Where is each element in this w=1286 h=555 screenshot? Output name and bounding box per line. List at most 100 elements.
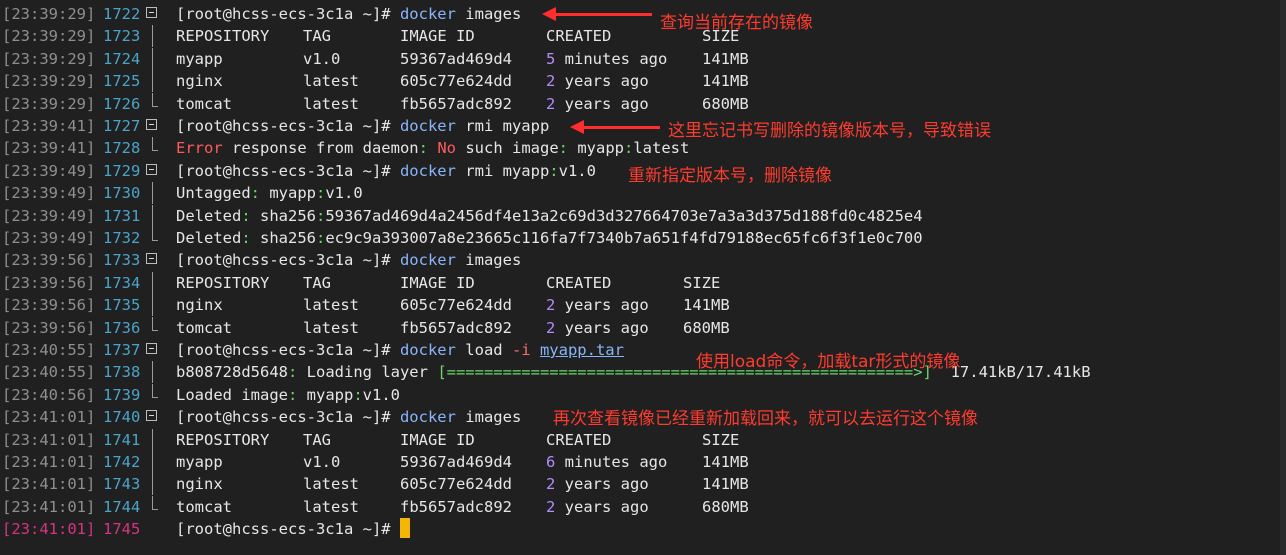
output-text: 59367ad469d4a2456df4e13a2c69d3d327664703…: [325, 206, 923, 225]
line-content: [root@hcss-ecs-3c1a ~]# docker rmi myapp: [176, 115, 549, 137]
fold-toggle-icon[interactable]: [146, 7, 157, 18]
scrollbar[interactable]: [1280, 0, 1286, 555]
annotation-rmi-error: 这里忘记书写删除的镜像版本号，导致错误: [668, 121, 991, 141]
timestamp: [23:39:29]: [2, 27, 96, 46]
line-number: 1745: [103, 520, 141, 539]
fold-toggle-icon[interactable]: [146, 410, 157, 422]
fold-guide-end: [152, 396, 158, 398]
output-colon: :: [241, 206, 251, 225]
output-colon: :: [353, 385, 363, 404]
line-number: 1738: [103, 363, 141, 382]
created-number: 2: [546, 94, 556, 113]
table-cell: 2 years ago: [546, 294, 649, 316]
terminal-line: [23:41:01] 1744 tomcat latest fb5657adc892 2 …: [0, 495, 1286, 518]
created-number: 2: [546, 296, 556, 315]
timestamp: [23:39:56]: [2, 251, 96, 270]
progress-label-colon: :: [287, 363, 298, 382]
annotation-images-reloaded: 再次查看镜像已经重新加载回来，就可以去运行这个镜像: [553, 409, 978, 429]
fold-toggle-icon[interactable]: [146, 119, 157, 130]
terminal-line: [23:41:01] 1745 [root@hcss-ecs-3c1a ~]#: [0, 518, 1286, 540]
terminal-line: [23:39:56] 1736 tomcat latest fb5657adc892 2 …: [0, 316, 1286, 339]
table-cell: REPOSITORY: [176, 27, 270, 46]
line-number: 1729: [103, 161, 141, 180]
table-cell: 6 minutes ago: [546, 451, 667, 473]
table-cell: tomcat: [176, 497, 232, 516]
command-args-text: images: [465, 5, 522, 23]
command-name: docker: [399, 408, 466, 427]
line-number: 1735: [103, 296, 141, 315]
fold-guide: [152, 70, 153, 93]
terminal-window[interactable]: [23:39:29] 1722 [root@hcss-ecs-3c1a ~]# do…: [0, 0, 1286, 555]
line-number: 1740: [103, 408, 141, 427]
line-number: 1730: [103, 184, 141, 203]
fold-guide: [152, 271, 153, 294]
created-number: 2: [546, 475, 556, 494]
shell-prompt: [root@hcss-ecs-3c1a ~]#: [176, 161, 400, 180]
fold-guide-end: [152, 150, 158, 152]
table-cell: 2 years ago: [546, 473, 649, 495]
terminal-line: [23:39:41] 1728 Error response from daemon…: [0, 137, 1286, 159]
timestamp: [23:39:29]: [2, 5, 96, 23]
timestamp: [23:40:56]: [2, 385, 96, 404]
timestamp: [23:39:41]: [2, 117, 96, 135]
created-unit: years ago: [555, 72, 649, 91]
table-cell: latest: [303, 94, 359, 113]
fold-toggle-icon[interactable]: [146, 163, 157, 175]
line-number: 1736: [103, 318, 141, 337]
table-cell: 2 years ago: [546, 317, 649, 339]
output-text: Loaded image: [176, 385, 288, 404]
table-cell: TAG: [303, 27, 331, 46]
table-cell: 680MB: [683, 318, 730, 337]
table-cell: 605c77e624dd: [400, 475, 512, 494]
fold-toggle-icon[interactable]: [146, 343, 157, 354]
timestamp: [23:39:56]: [2, 296, 96, 315]
fold-guide-end: [152, 105, 158, 107]
timestamp: [23:41:01]: [2, 497, 96, 516]
terminal-line: [23:39:49] 1731 Deleted: sha256:59367ad469…: [0, 204, 1286, 227]
terminal-line: [23:39:29] 1726 tomcat latest fb5657adc892 2 …: [0, 92, 1286, 115]
table-cell: REPOSITORY: [176, 430, 270, 449]
fold-guide: [152, 294, 153, 317]
fold-guide: [152, 428, 153, 451]
output-text: myapp: [297, 385, 354, 404]
line-number: 1727: [103, 117, 141, 135]
error-space: [428, 139, 437, 157]
table-cell: fb5657adc892: [400, 94, 512, 113]
annotation-query-images: 查询当前存在的镜像: [660, 13, 813, 33]
table-cell: SIZE: [683, 273, 721, 292]
error-message: Error response from daemon: No such imag…: [176, 139, 689, 157]
timestamp: [23:40:55]: [2, 363, 96, 382]
table-cell: TAG: [303, 273, 331, 292]
command-name: docker: [399, 251, 466, 270]
output-colon: :: [287, 385, 298, 404]
error-rest-text: such image: [456, 139, 559, 158]
created-unit: minutes ago: [555, 49, 668, 68]
shell-prompt: [root@hcss-ecs-3c1a ~]#: [176, 520, 400, 539]
table-cell: tomcat: [176, 318, 232, 337]
command-name: docker: [399, 117, 466, 135]
text-cursor[interactable]: [399, 518, 410, 539]
command-args: images: [465, 5, 521, 23]
fold-guide: [152, 451, 153, 473]
fold-guide: [152, 137, 153, 152]
table-cell: 2 years ago: [546, 70, 649, 92]
line-number: 1726: [103, 94, 141, 113]
file-argument[interactable]: myapp.tar: [540, 341, 624, 359]
line-content: [root@hcss-ecs-3c1a ~]# docker images: [176, 3, 521, 25]
terminal-line: [23:39:56] 1735 nginx latest 605c77e624dd 2 y…: [0, 294, 1286, 317]
timestamp: [23:39:49]: [2, 161, 96, 180]
line-number: 1743: [103, 475, 141, 494]
table-cell: nginx: [176, 475, 223, 494]
timestamp: [23:40:55]: [2, 341, 96, 359]
table-cell: 141MB: [702, 453, 749, 471]
table-cell: CREATED: [546, 273, 612, 292]
command-name: docker: [399, 161, 466, 180]
table-cell: fb5657adc892: [400, 318, 512, 337]
fold-toggle-icon[interactable]: [146, 253, 157, 265]
line-number: 1741: [103, 430, 141, 449]
output-colon: :: [316, 229, 326, 247]
table-cell: tomcat: [176, 94, 232, 113]
created-number: 5: [546, 49, 556, 68]
table-cell: 605c77e624dd: [400, 296, 512, 315]
output-text: v1.0: [362, 385, 400, 404]
